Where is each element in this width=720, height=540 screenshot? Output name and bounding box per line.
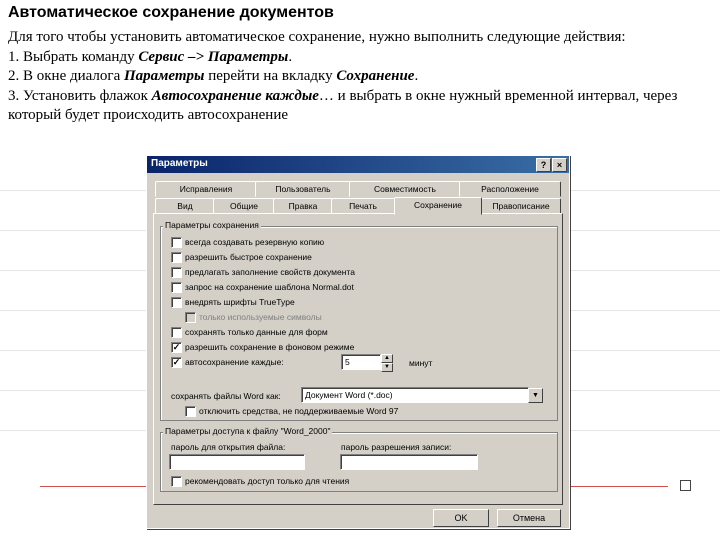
slide-title: Автоматическое сохранение документов (8, 4, 334, 21)
step-2-text: 2. В окне диалога (8, 68, 124, 84)
step-1-end: . (288, 48, 293, 65)
prompt-normal-checkbox[interactable] (171, 282, 182, 293)
tab-spelling[interactable]: Правописание (481, 198, 561, 214)
used-chars-label: только используемые символы (199, 312, 322, 322)
dialog-title: Параметры (151, 158, 208, 169)
step-3-option-name: Автосохранение каждые (151, 87, 319, 104)
autosave-spinner[interactable]: ▲ ▼ (381, 354, 393, 372)
tab-save[interactable]: Сохранение (394, 197, 482, 215)
form-data-label: сохранять только данные для форм (185, 327, 328, 337)
step-1-command: Сервис –> Параметры (138, 48, 289, 65)
help-button[interactable]: ? (536, 158, 551, 172)
backup-copy-label: всегда создавать резервную копию (185, 237, 325, 247)
step-3: 3. Установить флажок Автосохранение кажд… (8, 87, 714, 126)
embed-fonts-checkbox[interactable] (171, 297, 182, 308)
write-password-label: пароль разрешения записи: (341, 442, 452, 452)
tab-edit[interactable]: Правка (273, 198, 333, 214)
spin-up-icon[interactable]: ▲ (381, 354, 393, 363)
cancel-button[interactable]: Отмена (497, 509, 561, 527)
step-2-dialog-name: Параметры (123, 68, 205, 84)
slide-body: Для того чтобы установить автоматическое… (8, 28, 714, 126)
used-chars-checkbox[interactable] (185, 312, 196, 323)
close-button[interactable]: × (552, 158, 567, 172)
readonly-recommended-label: рекомендовать доступ только для чтения (185, 476, 350, 486)
disable-features-label: отключить средства, не поддерживаемые Wo… (199, 406, 399, 416)
file-access-group-label: Параметры доступа к файлу "Word_2000" (163, 426, 333, 436)
tab-corrections[interactable]: Исправления (155, 181, 257, 197)
autosave-minutes-input[interactable]: 5 (341, 354, 381, 370)
step-2: 2. В окне диалога Параметры перейти на в… (8, 67, 714, 87)
tab-user[interactable]: Пользователь (255, 181, 351, 197)
open-password-input[interactable] (169, 454, 305, 470)
form-data-checkbox[interactable] (171, 327, 182, 338)
open-password-label: пароль для открытия файла: (171, 442, 286, 452)
tab-compatibility[interactable]: Совместимость (349, 181, 461, 197)
step-1: 1. Выбрать команду Сервис –> Параметры. (8, 48, 714, 68)
readonly-recommended-checkbox[interactable] (171, 476, 182, 487)
write-password-input[interactable] (340, 454, 478, 470)
background-save-label: разрешить сохранение в фоновом режиме (185, 342, 355, 352)
options-dialog: Параметры ? × Исправления Пользователь С… (146, 155, 570, 529)
chevron-down-icon[interactable]: ▼ (528, 388, 543, 403)
minutes-label: минут (409, 358, 433, 368)
save-format-select[interactable]: Документ Word (*.doc) (301, 387, 529, 403)
embed-fonts-label: внедрять шрифты TrueType (185, 297, 295, 307)
tab-location[interactable]: Расположение (459, 181, 561, 197)
prompt-properties-label: предлагать заполнение свойств документа (185, 267, 355, 277)
autosave-label: автосохранение каждые: (185, 357, 284, 367)
step-2-middle: перейти на вкладку (204, 68, 337, 84)
fast-save-label: разрешить быстрое сохранение (185, 252, 312, 262)
dialog-titlebar[interactable]: Параметры ? × (147, 156, 569, 173)
prompt-properties-checkbox[interactable] (171, 267, 182, 278)
ok-button[interactable]: OK (433, 509, 489, 527)
decor-line-right (568, 486, 668, 487)
prompt-normal-label: запрос на сохранение шаблона Normal.dot (185, 282, 354, 292)
autosave-checkbox[interactable]: ✓ (171, 357, 182, 368)
spin-down-icon[interactable]: ▼ (381, 363, 393, 372)
intro-paragraph: Для того чтобы установить автоматическое… (8, 29, 626, 45)
disable-features-checkbox[interactable] (185, 406, 196, 417)
step-2-end: . (414, 68, 419, 84)
step-1-text: 1. Выбрать команду (8, 48, 139, 65)
step-3-text: 3. Установить флажок (8, 87, 152, 104)
backup-copy-checkbox[interactable] (171, 237, 182, 248)
background-save-checkbox[interactable]: ✓ (171, 342, 182, 353)
save-format-label: сохранять файлы Word как: (171, 391, 281, 401)
step-2-tab-name: Сохранение (336, 68, 415, 84)
save-options-group-label: Параметры сохранения (163, 220, 261, 230)
tab-general[interactable]: Общие (213, 198, 275, 214)
decor-line-left (40, 486, 146, 487)
tab-view[interactable]: Вид (155, 198, 215, 214)
decor-square (680, 480, 691, 491)
fast-save-checkbox[interactable] (171, 252, 182, 263)
tab-print[interactable]: Печать (331, 198, 395, 214)
